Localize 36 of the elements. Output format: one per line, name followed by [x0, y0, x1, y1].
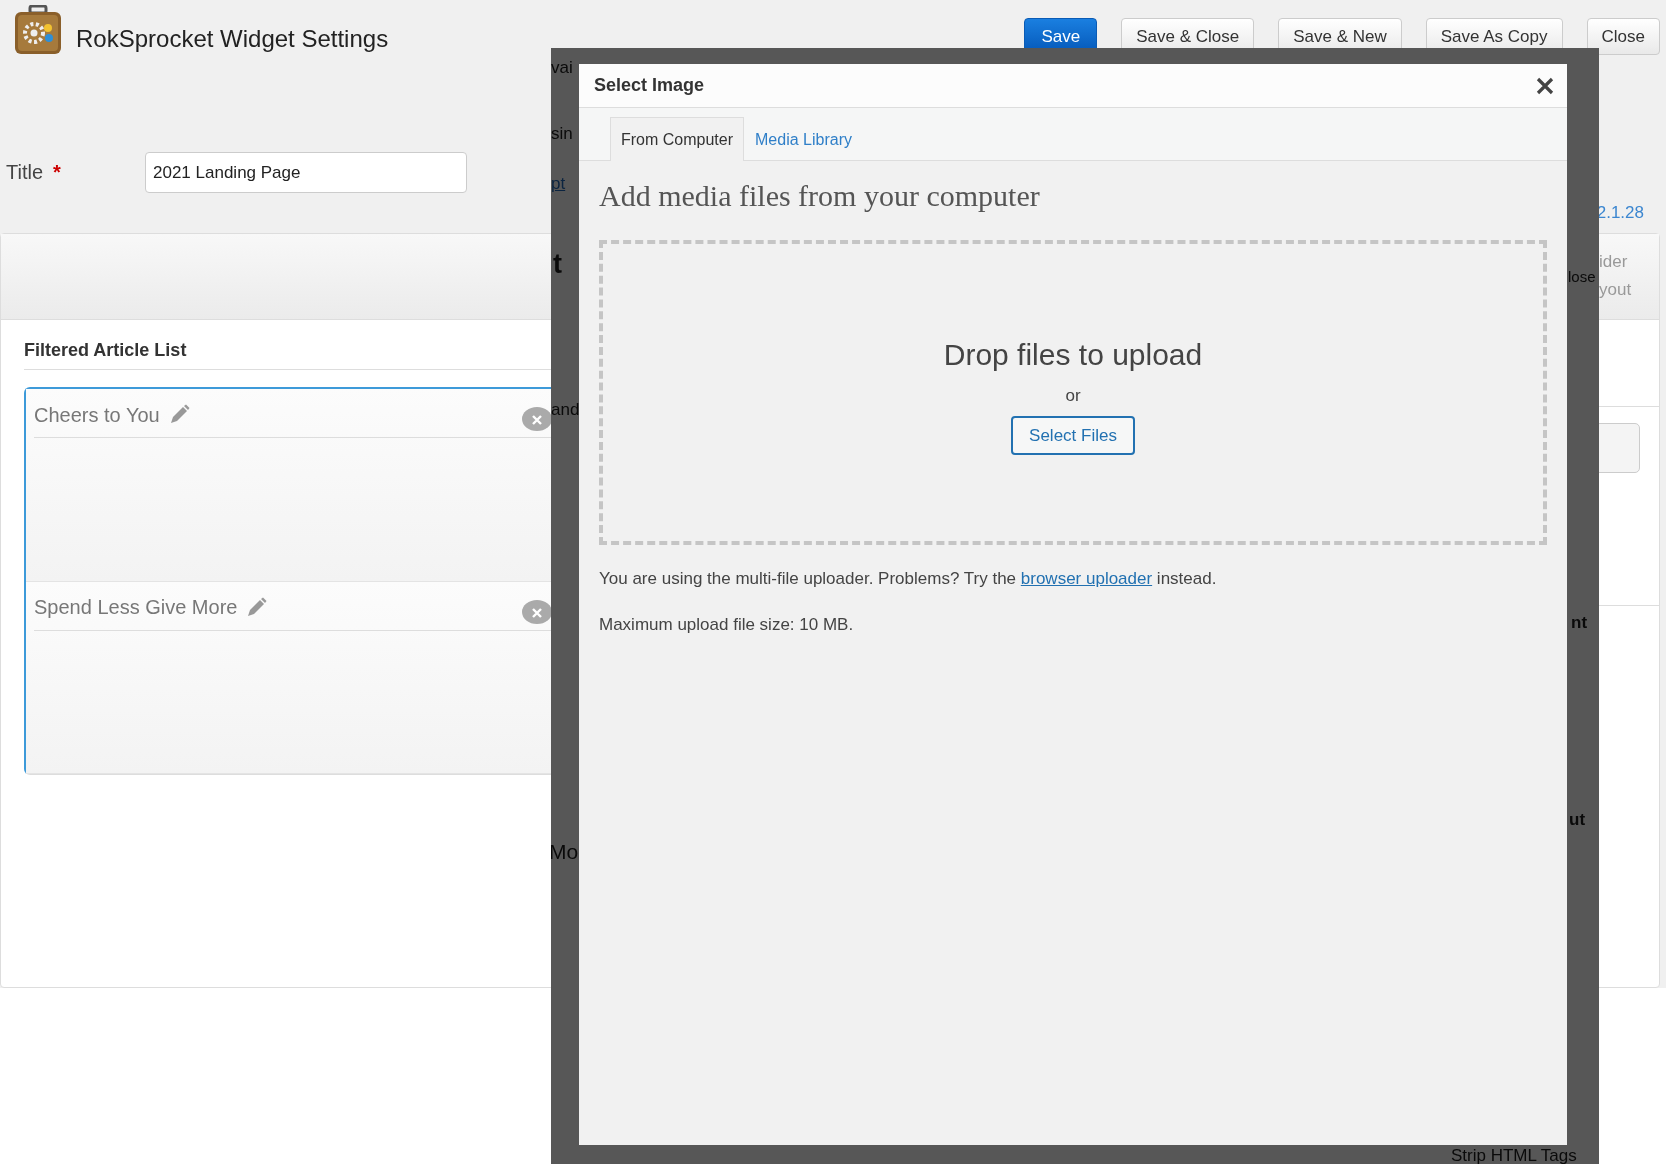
max-size-text: Maximum upload file size: 10 MB. — [599, 615, 855, 635]
covered-text: Strip HTML Tags — [1451, 1146, 1577, 1164]
page-title: RokSprocket Widget Settings — [76, 25, 389, 53]
close-icon[interactable] — [1535, 75, 1555, 96]
drop-zone[interactable]: Drop files to upload or Select Files — [599, 240, 1547, 545]
article-item[interactable]: Cheers to You — [26, 389, 552, 582]
version-link[interactable]: 2.1.28 — [1596, 203, 1644, 223]
field-label: Title — [6, 161, 44, 184]
article-item[interactable]: Spend Less Give More — [26, 581, 552, 774]
covered-text: Mo — [551, 840, 579, 864]
covered-text: and — [551, 400, 580, 420]
covered-text: nt — [1571, 613, 1588, 633]
browser-uploader-link[interactable]: browser uploader — [1020, 569, 1153, 588]
covered-text: pt — [551, 174, 566, 194]
covered-text: t — [553, 254, 562, 274]
remove-icon[interactable] — [522, 407, 552, 431]
or-text: or — [1065, 386, 1081, 406]
dialog-title: Select Image — [594, 75, 705, 96]
article-title: Spend Less Give More — [34, 596, 238, 619]
toolbox-gear-icon — [14, 5, 62, 55]
drop-text: Drop files to upload — [943, 338, 1203, 372]
pencil-icon[interactable] — [245, 596, 268, 619]
title-input-field[interactable]: 2021 Landing Page — [145, 152, 467, 193]
select-files-button[interactable]: Select Files — [1011, 416, 1135, 455]
toolbar-button[interactable]: Close — [1586, 18, 1660, 55]
covered-text: ut — [1569, 810, 1586, 830]
remove-icon[interactable] — [522, 599, 552, 624]
uploader-note: You are using the multi-file uploader. Problems? Try the browser uploader instead. — [599, 569, 1218, 589]
upload-heading: Add media files from your computer — [599, 179, 1041, 213]
covered-text: sin — [551, 124, 573, 144]
required-mark: * — [53, 161, 61, 184]
tab[interactable]: From Computer — [610, 117, 745, 161]
covered-text: lose — [1568, 267, 1596, 287]
covered-text: vai — [551, 58, 573, 78]
article-title: Cheers to You — [34, 403, 160, 427]
tab[interactable]: Media Library — [744, 118, 863, 161]
